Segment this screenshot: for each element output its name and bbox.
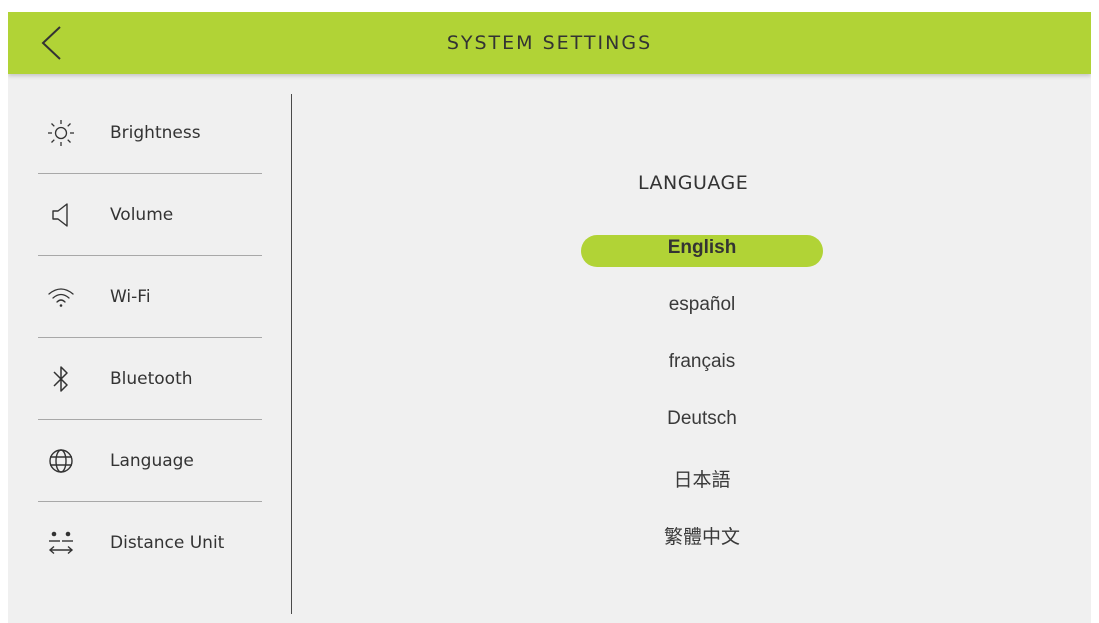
settings-screen: SYSTEM SETTINGS Brightness Volume Wi-Fi … <box>8 12 1091 623</box>
brightness-icon <box>46 118 76 148</box>
wifi-icon <box>46 282 76 312</box>
language-option-label: español <box>668 294 736 315</box>
language-option-label: 繁體中文 <box>663 527 740 548</box>
header-bar: SYSTEM SETTINGS <box>8 12 1091 74</box>
language-option-label: Deutsch <box>667 408 737 429</box>
sidebar-item-bluetooth[interactable]: Bluetooth <box>38 337 262 419</box>
speaker-icon <box>46 200 76 230</box>
language-option-french[interactable]: français <box>581 348 823 405</box>
sidebar-item-label: Volume <box>110 204 174 225</box>
distance-unit-icon <box>46 528 76 558</box>
language-option-label: 日本語 <box>673 470 731 491</box>
language-option-english[interactable]: English <box>581 234 823 291</box>
sidebar-item-brightness[interactable]: Brightness <box>38 92 262 173</box>
page-title: SYSTEM SETTINGS <box>446 32 653 54</box>
sidebar-item-label: Brightness <box>110 122 201 143</box>
language-option-japanese[interactable]: 日本語 <box>581 462 823 519</box>
vertical-divider <box>291 94 292 614</box>
sidebar-item-distance-unit[interactable]: Distance Unit <box>38 501 262 583</box>
settings-sidebar: Brightness Volume Wi-Fi Bluetooth Langua… <box>38 92 262 583</box>
sidebar-item-language[interactable]: Language <box>38 419 262 501</box>
language-list[interactable]: English español français Deutsch 日本語 繁體中… <box>581 234 823 559</box>
bluetooth-icon <box>46 364 76 394</box>
language-option-spanish[interactable]: español <box>581 291 823 348</box>
language-option-label: français <box>668 351 736 372</box>
globe-icon <box>46 446 76 476</box>
list-scroll-clip <box>568 546 838 560</box>
language-panel-title: LANGUAGE <box>638 172 749 194</box>
sidebar-item-label: Bluetooth <box>110 368 193 389</box>
sidebar-item-label: Distance Unit <box>110 532 225 553</box>
sidebar-item-label: Language <box>110 450 194 471</box>
sidebar-item-wifi[interactable]: Wi-Fi <box>38 255 262 337</box>
sidebar-item-volume[interactable]: Volume <box>38 173 262 255</box>
language-option-label: English <box>667 237 737 258</box>
sidebar-item-label: Wi-Fi <box>110 286 151 307</box>
language-option-german[interactable]: Deutsch <box>581 405 823 462</box>
